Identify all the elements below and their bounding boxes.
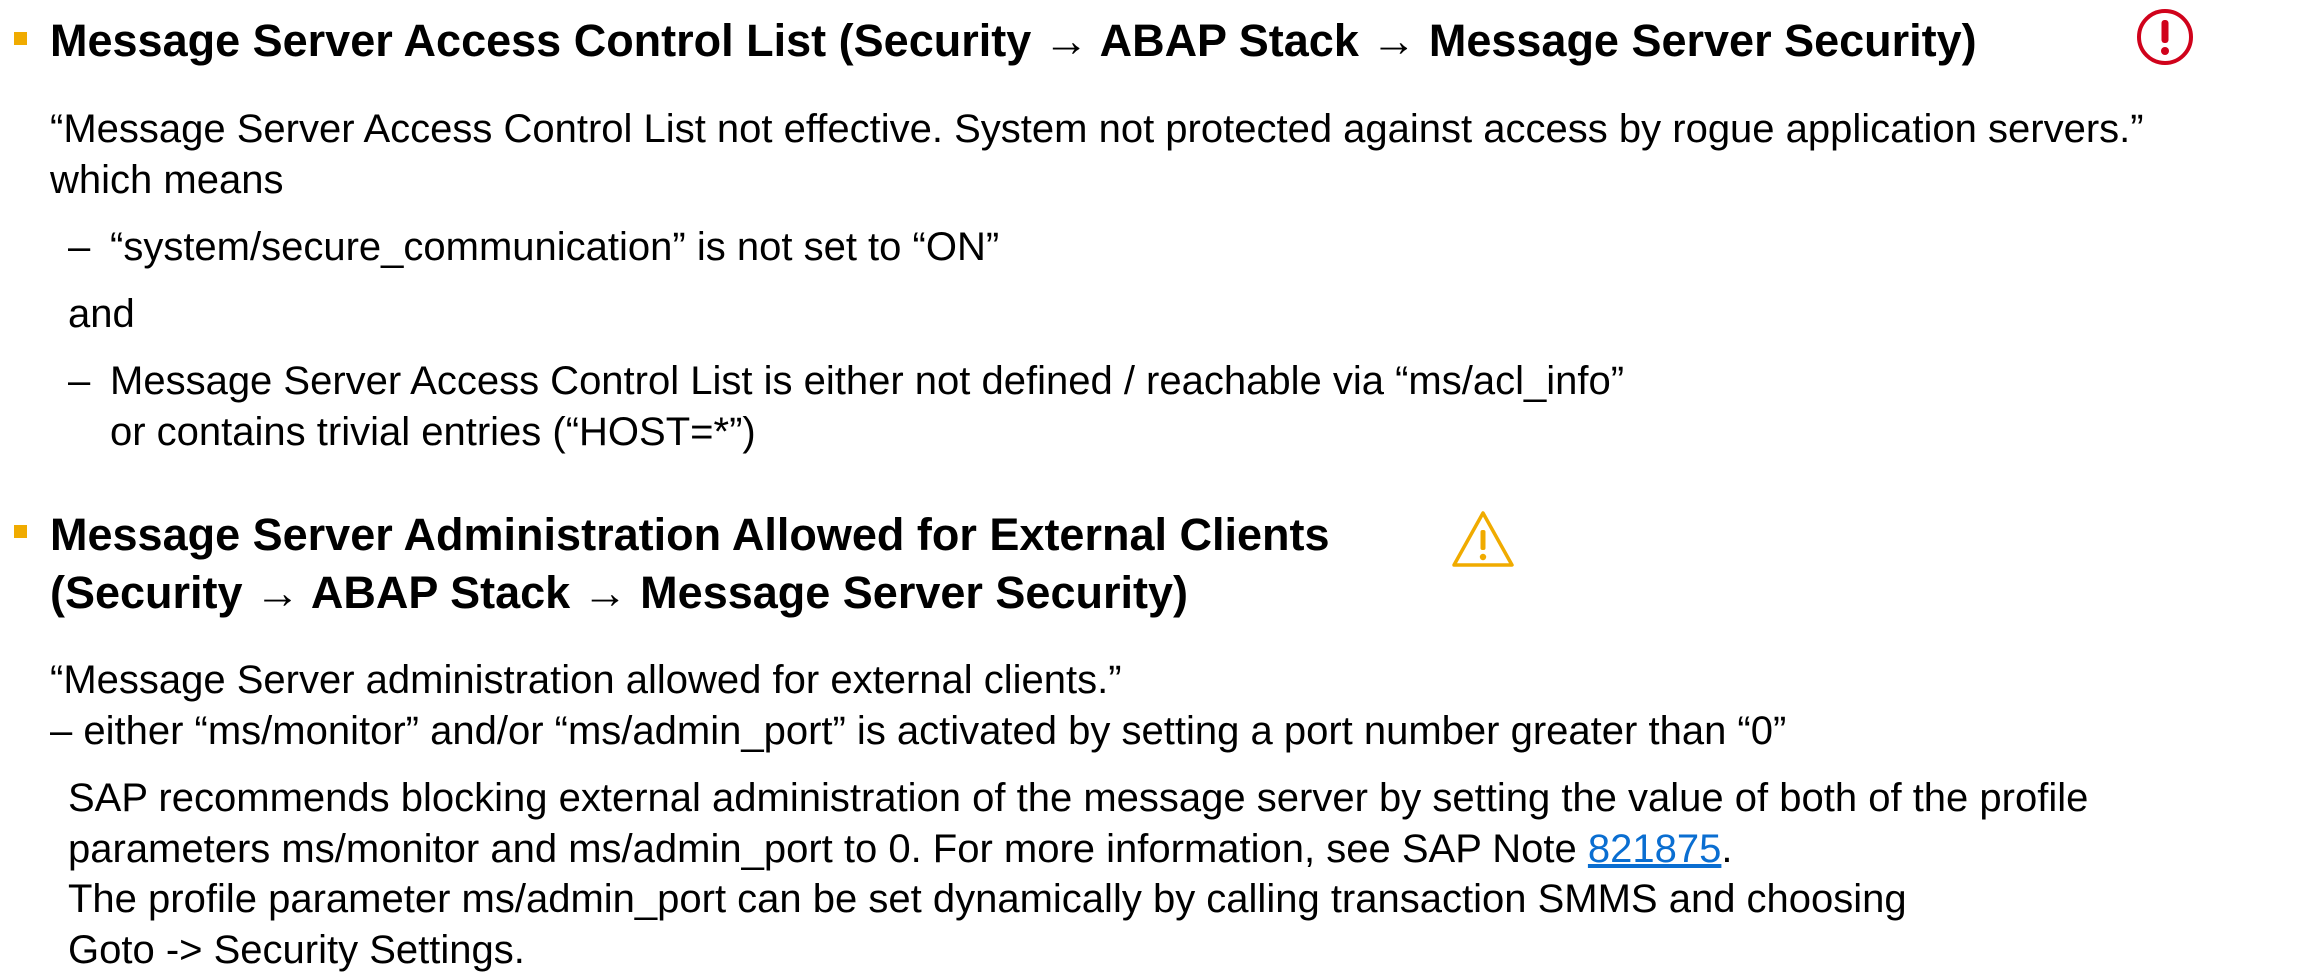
- section2-condition: – either “ms/monitor” and/or “ms/admin_p…: [50, 709, 1787, 753]
- section2-title-line1: Message Server Administration Allowed fo…: [50, 509, 1330, 560]
- section2-title-line2: (Security → ABAP Stack → Message Server …: [50, 567, 1188, 618]
- section2-quote: “Message Server administration allowed f…: [50, 658, 1122, 702]
- section1-title: Message Server Access Control List (Secu…: [50, 15, 1977, 66]
- sap-note-link[interactable]: 821875: [1588, 827, 1721, 871]
- condition1-dash: –: [68, 225, 91, 269]
- section1-quote: “Message Server Access Control List not …: [50, 107, 2144, 151]
- recommendation-line3: The profile parameter ms/admin_port can …: [68, 877, 1907, 921]
- condition1-text: “system/secure_communication” is not set…: [110, 225, 1000, 269]
- section1-and: and: [68, 292, 135, 336]
- error-icon: [2137, 9, 2193, 65]
- section1-which-means: which means: [50, 158, 284, 202]
- section2-bullet: [14, 525, 27, 538]
- recommendation-line1: SAP recommends blocking external adminis…: [68, 776, 2089, 820]
- recommendation-line2-end: .: [1721, 827, 1733, 871]
- condition2-dash: –: [68, 359, 91, 403]
- recommendation-line4: Goto -> Security Settings.: [68, 928, 525, 972]
- recommendation-line2-text: parameters ms/monitor and ms/admin_port …: [68, 827, 1588, 871]
- recommendation-line2: parameters ms/monitor and ms/admin_port …: [68, 823, 1733, 875]
- condition2-line1: Message Server Access Control List is ei…: [110, 359, 1625, 403]
- section1-bullet: [14, 32, 27, 45]
- condition2-line2: or contains trivial entries (“HOST=*”): [110, 410, 756, 454]
- warning-icon: [1452, 511, 1514, 567]
